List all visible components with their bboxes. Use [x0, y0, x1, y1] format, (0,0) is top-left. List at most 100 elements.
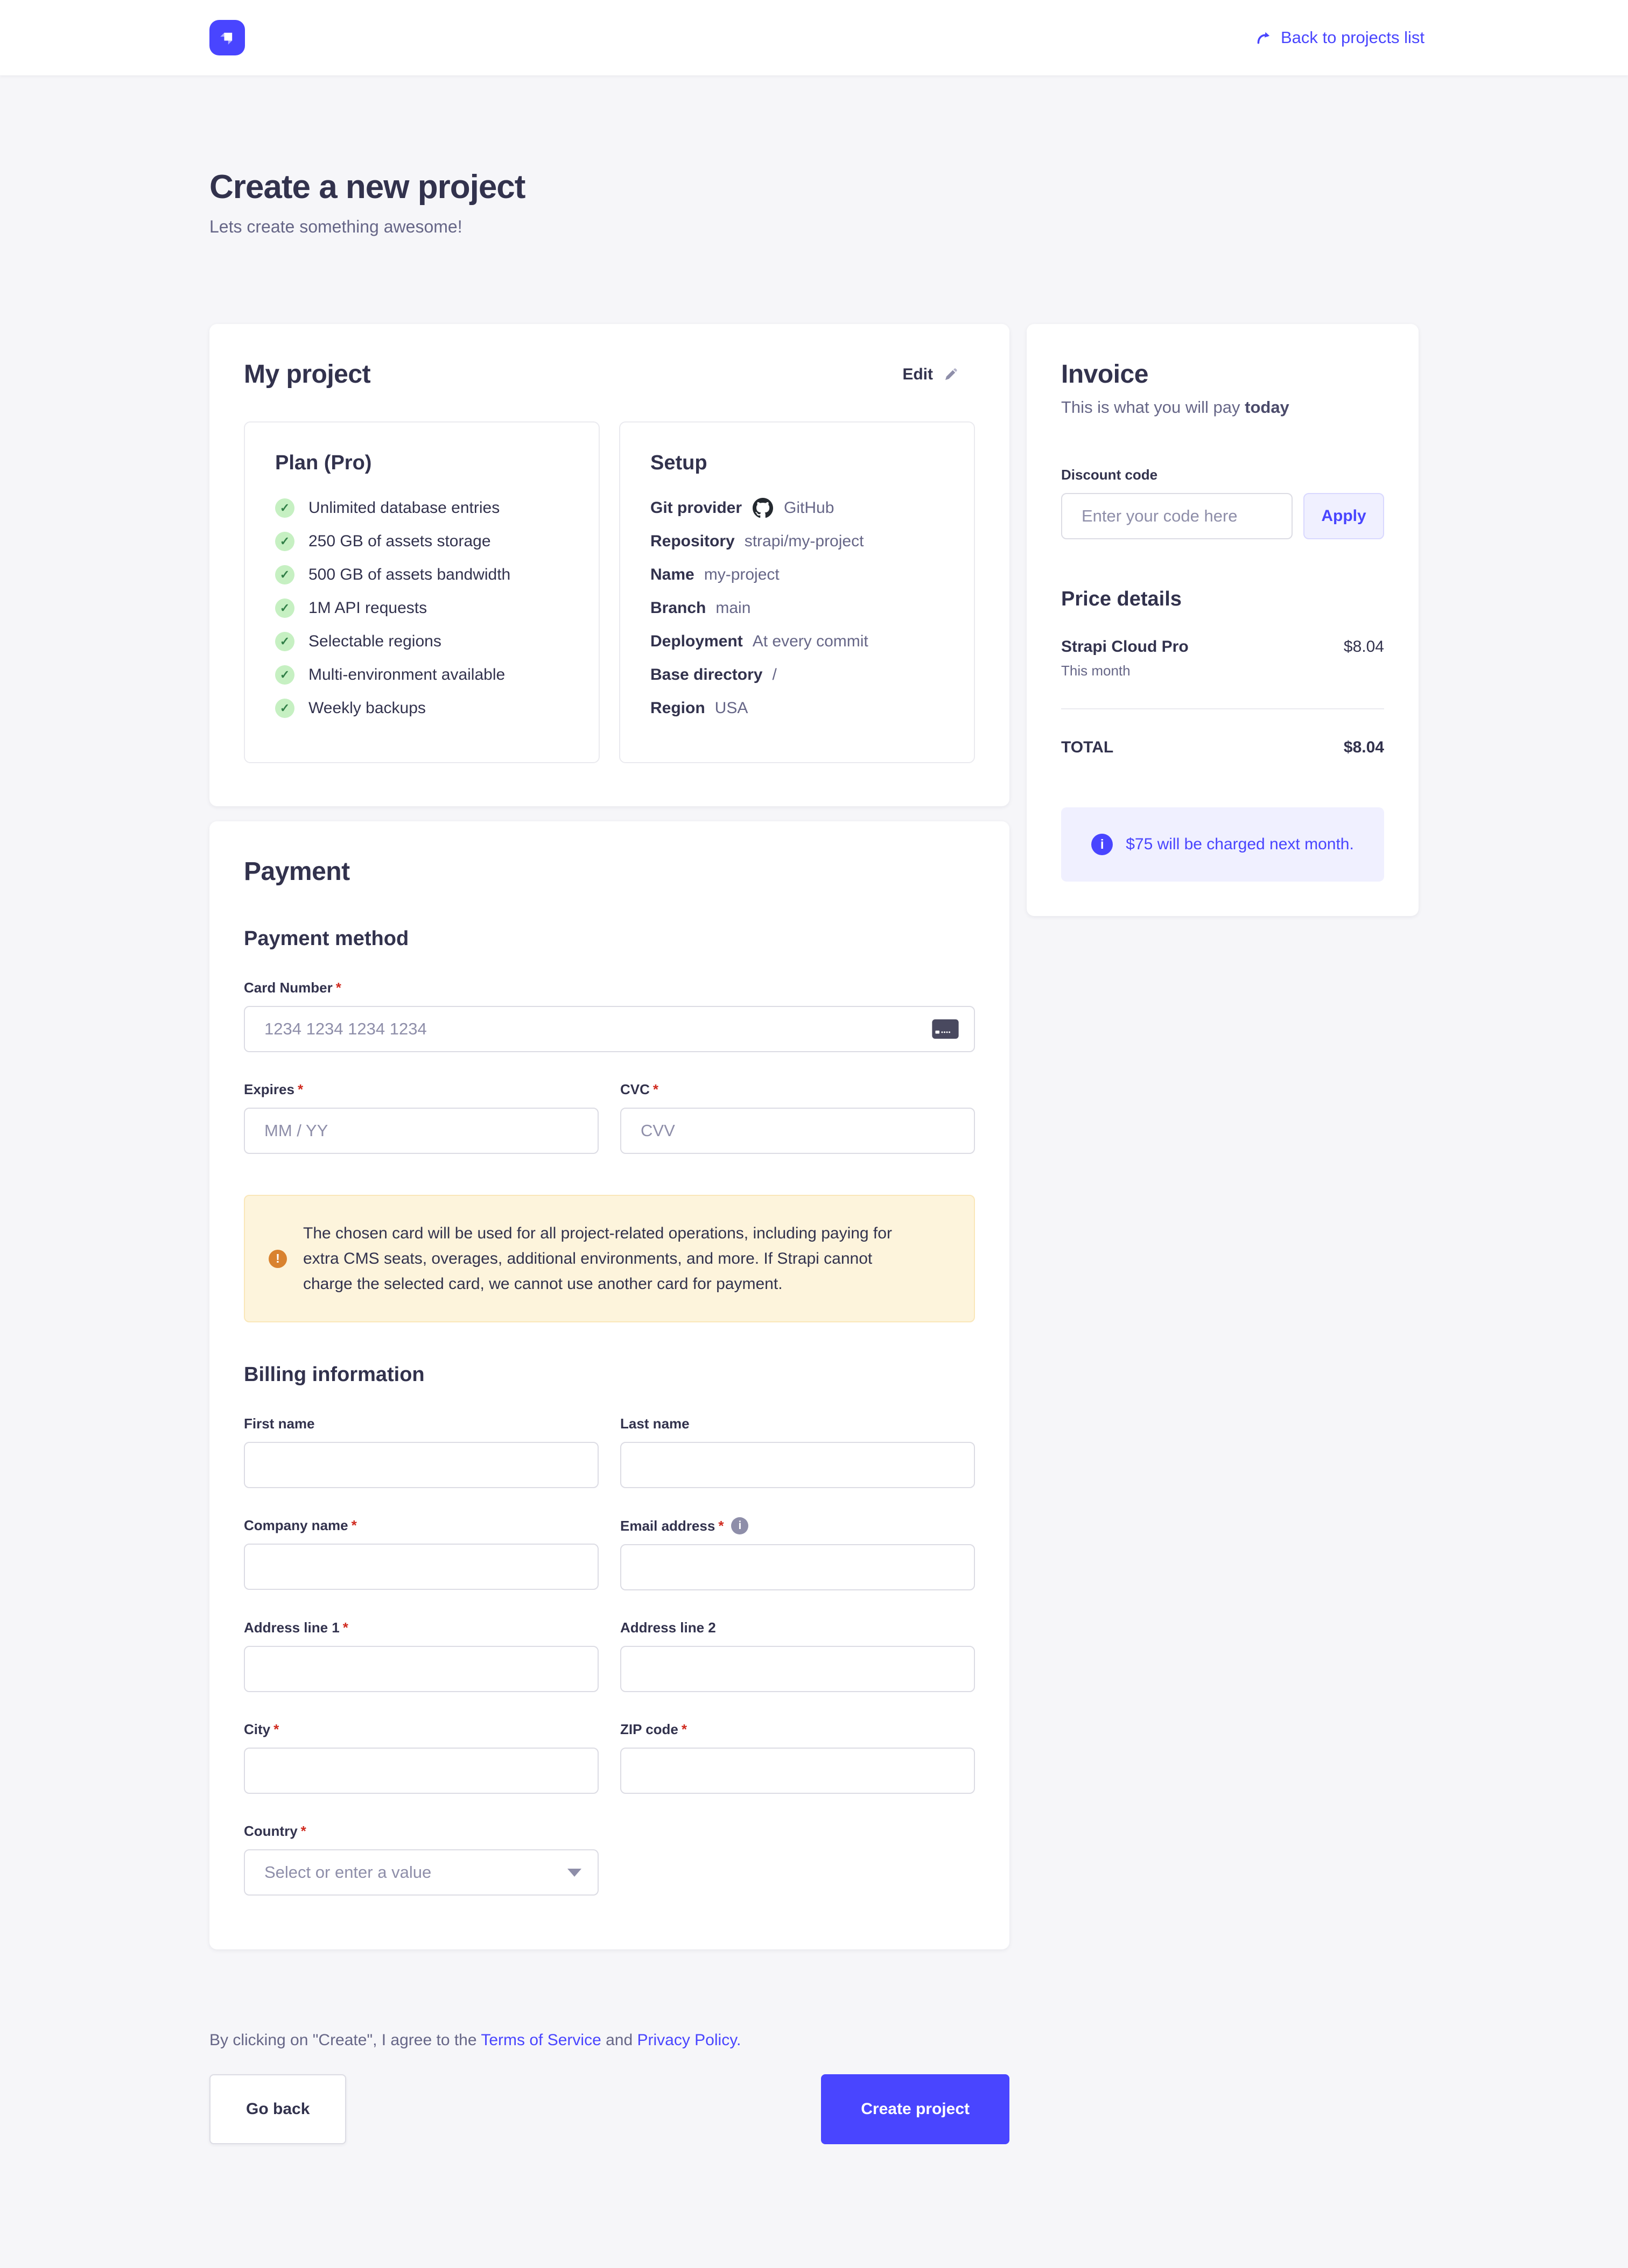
plan-feature-list: ✓ Unlimited database entries ✓ 250 GB of…	[275, 497, 569, 719]
address-line2-field-group: Address line 2	[620, 1590, 975, 1692]
required-marker: *	[298, 1081, 303, 1098]
expires-input[interactable]	[244, 1108, 599, 1154]
zip-code-label: ZIP code*	[620, 1721, 975, 1738]
payment-title: Payment	[244, 857, 975, 886]
country-select[interactable]: Select or enter a value	[244, 1849, 599, 1896]
note-text: $75 will be charged next month.	[1126, 835, 1354, 854]
first-name-input[interactable]	[244, 1442, 599, 1488]
page-subtitle: Lets create something awesome!	[209, 217, 1419, 237]
plan-panel: Plan (Pro) ✓ Unlimited database entries …	[244, 421, 600, 763]
invoice-card: Invoice This is what you will pay today …	[1027, 324, 1419, 916]
plan-feature: ✓ 250 GB of assets storage	[275, 531, 569, 552]
country-label: Country*	[244, 1823, 599, 1840]
privacy-policy-link[interactable]: Privacy Policy	[637, 2031, 736, 2049]
setup-row-name: Name my-project	[650, 564, 944, 586]
check-icon: ✓	[275, 665, 294, 685]
address-line1-label-text: Address line 1	[244, 1619, 340, 1636]
expires-field-group: Expires*	[244, 1052, 599, 1154]
city-field-group: City*	[244, 1692, 599, 1794]
plan-feature-label: Unlimited database entries	[308, 497, 500, 519]
cvc-input[interactable]	[620, 1108, 975, 1154]
last-name-label-text: Last name	[620, 1415, 690, 1432]
curved-arrow-icon	[1255, 29, 1272, 46]
total-amount: $8.04	[1344, 738, 1384, 757]
price-details-title: Price details	[1061, 588, 1384, 611]
country-label-text: Country	[244, 1823, 298, 1840]
country-field-group: Country* Select or enter a value	[244, 1794, 599, 1896]
plan-feature: ✓ Selectable regions	[275, 631, 569, 652]
check-icon: ✓	[275, 699, 294, 718]
plan-feature-label: 1M API requests	[308, 597, 427, 619]
email-label-text: Email address	[620, 1518, 715, 1534]
footer-actions: Go back Create project	[209, 2074, 1009, 2144]
address-line1-input[interactable]	[244, 1646, 599, 1692]
setup-row-region: Region USA	[650, 698, 944, 719]
cvc-label: CVC*	[620, 1081, 975, 1098]
zip-code-input[interactable]	[620, 1748, 975, 1794]
city-label: City*	[244, 1721, 599, 1738]
plan-feature: ✓ Multi-environment available	[275, 664, 569, 686]
setup-value: USA	[715, 698, 748, 719]
plan-feature-label: 250 GB of assets storage	[308, 531, 491, 552]
city-input[interactable]	[244, 1748, 599, 1794]
invoice-divider	[1061, 708, 1384, 709]
setup-row-deployment: Deployment At every commit	[650, 631, 944, 652]
company-name-label: Company name*	[244, 1517, 599, 1534]
setup-value: main	[715, 597, 750, 619]
plan-feature-label: Multi-environment available	[308, 664, 505, 686]
email-info-icon[interactable]: i	[731, 1517, 748, 1534]
check-icon: ✓	[275, 498, 294, 518]
setup-label: Base directory	[650, 664, 762, 686]
required-marker: *	[653, 1081, 658, 1098]
strapi-logo-icon[interactable]	[209, 20, 245, 55]
first-name-label: First name	[244, 1415, 599, 1432]
expires-label: Expires*	[244, 1081, 599, 1098]
address-line2-label-text: Address line 2	[620, 1619, 716, 1636]
invoice-subtitle-emphasis: today	[1245, 398, 1289, 417]
email-field-group: Email address* i	[620, 1488, 975, 1590]
company-name-input[interactable]	[244, 1544, 599, 1590]
plan-feature: ✓ 500 GB of assets bandwidth	[275, 564, 569, 586]
page-content: Create a new project Lets create somethi…	[209, 75, 1419, 2268]
check-icon: ✓	[275, 532, 294, 551]
setup-label: Name	[650, 564, 694, 586]
expires-label-text: Expires	[244, 1081, 294, 1098]
setup-label: Repository	[650, 531, 735, 552]
apply-discount-button[interactable]: Apply	[1303, 493, 1384, 539]
back-to-projects-link[interactable]: Back to projects list	[1255, 28, 1424, 47]
setup-label: Branch	[650, 597, 706, 619]
address-line2-input[interactable]	[620, 1646, 975, 1692]
required-marker: *	[301, 1823, 306, 1840]
check-icon: ✓	[275, 632, 294, 651]
required-marker: *	[343, 1619, 348, 1636]
required-marker: *	[352, 1517, 357, 1534]
country-select-placeholder: Select or enter a value	[264, 1863, 431, 1882]
my-project-card: My project Edit Plan (Pro)	[209, 324, 1009, 806]
card-usage-warning: ! The chosen card will be used for all p…	[244, 1195, 975, 1322]
page-title: Create a new project	[209, 168, 1419, 206]
discount-code-input[interactable]	[1061, 493, 1293, 539]
required-marker: *	[273, 1721, 279, 1738]
setup-value: my-project	[704, 564, 780, 586]
back-link-label: Back to projects list	[1281, 28, 1424, 47]
card-number-input[interactable]	[244, 1006, 975, 1052]
next-month-charge-note: i $75 will be charged next month.	[1061, 807, 1384, 882]
setup-label: Git provider	[650, 497, 742, 519]
payment-method-title: Payment method	[244, 927, 975, 950]
go-back-button[interactable]: Go back	[209, 2074, 346, 2144]
setup-label: Region	[650, 698, 705, 719]
terms-of-service-link[interactable]: Terms of Service	[481, 2031, 601, 2049]
last-name-input[interactable]	[620, 1442, 975, 1488]
total-label: TOTAL	[1061, 738, 1113, 757]
top-bar: Back to projects list	[0, 0, 1628, 75]
warning-text: The chosen card will be used for all pro…	[303, 1221, 893, 1297]
required-marker: *	[718, 1518, 724, 1534]
create-project-button[interactable]: Create project	[821, 2074, 1009, 2144]
email-input[interactable]	[620, 1544, 975, 1590]
edit-button[interactable]: Edit	[902, 365, 959, 384]
last-name-field-group: Last name	[620, 1386, 975, 1488]
first-name-label-text: First name	[244, 1415, 315, 1432]
price-line-item: Strapi Cloud Pro $8.04	[1061, 638, 1384, 656]
zip-code-label-text: ZIP code	[620, 1721, 678, 1738]
last-name-label: Last name	[620, 1415, 975, 1432]
